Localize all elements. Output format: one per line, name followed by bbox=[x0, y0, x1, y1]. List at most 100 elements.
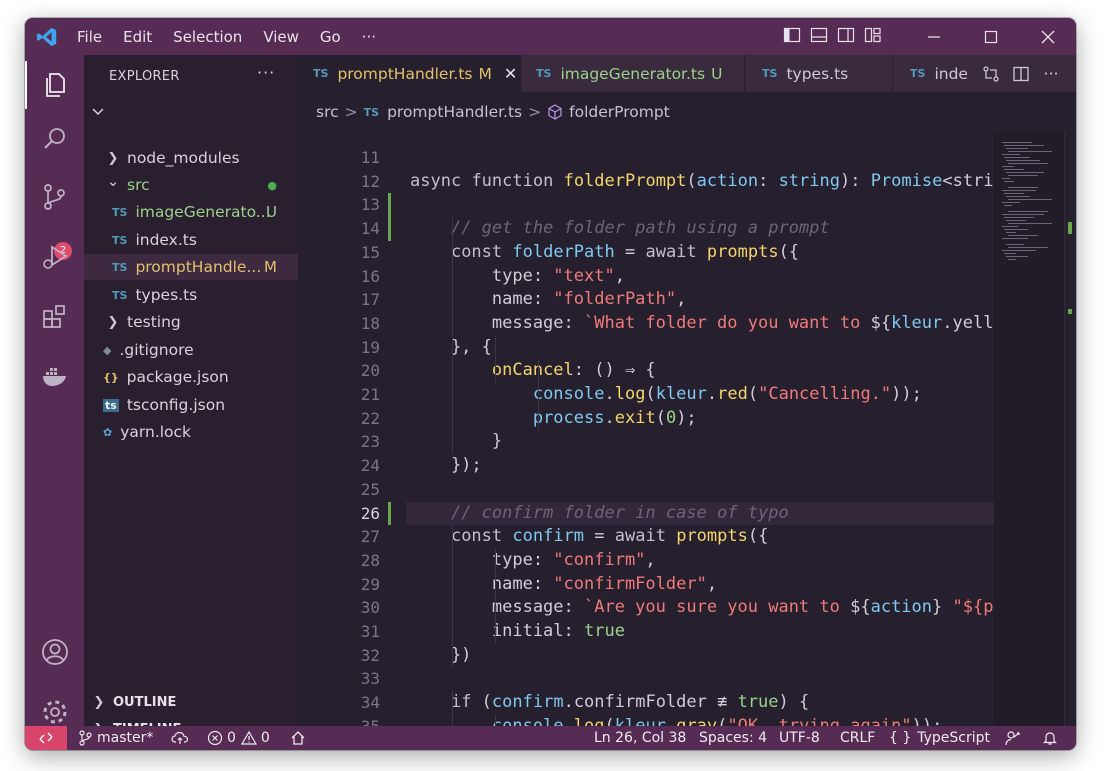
tree-item-types-ts[interactable]: TS types.ts bbox=[84, 282, 298, 308]
remote-button[interactable] bbox=[25, 726, 67, 750]
typescript-file-icon: TS bbox=[112, 233, 128, 247]
encoding[interactable]: UTF-8 bbox=[779, 726, 820, 750]
toggle-primary-sidebar-icon[interactable] bbox=[783, 26, 801, 44]
tab-prompthandler[interactable]: TS promptHandler.ts M ✕ bbox=[298, 55, 521, 92]
menu-more[interactable]: ··· bbox=[362, 28, 376, 46]
code-line[interactable]: 15 const folderPath = await prompts({ bbox=[298, 241, 994, 265]
code-line[interactable]: 28 type: "confirm", bbox=[298, 549, 994, 573]
cursor-position[interactable]: Ln 26, Col 38 bbox=[594, 726, 686, 750]
accounts-button[interactable] bbox=[25, 628, 84, 676]
end-of-line[interactable]: CRLF bbox=[840, 726, 875, 750]
source-control-button[interactable] bbox=[25, 173, 84, 221]
chevron-down-icon: ⌄ bbox=[106, 172, 120, 190]
close-window-button[interactable] bbox=[1019, 18, 1076, 55]
explorer-more-button[interactable]: ··· bbox=[257, 63, 275, 82]
breadcrumb-symbol[interactable]: folderPrompt bbox=[569, 103, 670, 121]
minimap[interactable] bbox=[994, 132, 1064, 726]
code-line[interactable]: 26 // confirm folder in case of typo bbox=[361, 501, 994, 526]
extensions-button[interactable] bbox=[25, 293, 84, 341]
outline-section[interactable]: ❯ OUTLINE bbox=[84, 689, 298, 715]
explorer-sidebar: EXPLORER ··· ❯ node_modules ⌄ src ● TS imageGe… bbox=[84, 55, 298, 737]
tree-item-tsconfig-json[interactable]: ts tsconfig.json bbox=[84, 392, 298, 418]
code-line[interactable]: 21 console.log(kleur.red("Cancelling."))… bbox=[298, 383, 994, 407]
code-line[interactable]: 18 message: `What folder do you want to … bbox=[298, 312, 994, 336]
explorer-button[interactable] bbox=[25, 61, 84, 109]
editor-scrollbar[interactable] bbox=[1064, 132, 1076, 726]
close-tab-icon[interactable]: ✕ bbox=[504, 64, 517, 83]
open-changes-button[interactable] bbox=[976, 59, 1006, 89]
code-line[interactable]: 27 const confirm = await prompts({ bbox=[298, 525, 994, 549]
language-mode[interactable]: { } TypeScript bbox=[889, 726, 990, 750]
code-text: }) bbox=[410, 644, 472, 665]
tab-imagegenerator[interactable]: TS imageGenerator.ts U bbox=[521, 55, 745, 92]
code-line[interactable]: 31 initial: true bbox=[298, 620, 994, 644]
code-line[interactable]: 19 }, { bbox=[298, 336, 994, 360]
code-line[interactable]: 20 onCancel: () ⇒ { bbox=[298, 359, 994, 383]
tree-item-package-json[interactable]: {} package.json bbox=[84, 364, 298, 390]
error-icon bbox=[207, 730, 223, 746]
menu-file[interactable]: File bbox=[77, 28, 102, 46]
chevron-down-icon[interactable] bbox=[90, 104, 106, 120]
toggle-secondary-sidebar-icon[interactable] bbox=[837, 26, 855, 44]
menu-go[interactable]: Go bbox=[320, 28, 341, 46]
code-editor[interactable]: 11 12 async function folderPrompt(action: … bbox=[298, 132, 994, 726]
menu-view[interactable]: View bbox=[263, 28, 299, 46]
menu-edit[interactable]: Edit bbox=[123, 28, 152, 46]
code-text: async function folderPrompt(action: stri… bbox=[410, 170, 994, 191]
tree-item-prompthandle[interactable]: TS promptHandle... M bbox=[84, 254, 298, 280]
code-line[interactable]: 35 console.log(kleur.gray("OK, trying ag… bbox=[298, 715, 994, 726]
indent-guide bbox=[452, 525, 453, 668]
customize-layout-icon[interactable] bbox=[864, 26, 882, 44]
code-line[interactable]: 25 bbox=[298, 478, 994, 502]
breadcrumb-folder[interactable]: src bbox=[316, 103, 339, 121]
tree-item--gitignore[interactable]: ◆ .gitignore bbox=[84, 337, 298, 363]
indentation[interactable]: Spaces: 4 bbox=[699, 726, 767, 750]
maximize-button[interactable] bbox=[962, 18, 1019, 55]
feedback-button[interactable] bbox=[1004, 726, 1021, 750]
line-number: 31 bbox=[360, 622, 380, 641]
tree-item-label: yarn.lock bbox=[120, 423, 192, 441]
run-debug-button[interactable] bbox=[25, 233, 84, 281]
minimap-line bbox=[1006, 232, 1016, 233]
code-line[interactable]: 16 type: "text", bbox=[298, 265, 994, 289]
home-button[interactable] bbox=[290, 726, 306, 750]
remote-icon bbox=[39, 732, 53, 744]
code-line[interactable]: 30 message: `Are you sure you want to ${… bbox=[298, 596, 994, 620]
code-line[interactable]: 23 } bbox=[298, 430, 994, 454]
code-line[interactable]: 29 name: "confirmFolder", bbox=[298, 573, 994, 597]
code-line[interactable]: 17 name: "folderPath", bbox=[298, 288, 994, 312]
more-actions-button[interactable]: ··· bbox=[1036, 59, 1066, 89]
scrollbar-change-marker bbox=[1068, 222, 1072, 234]
chevron-right-icon: ❯ bbox=[107, 150, 119, 166]
code-line[interactable]: 13 bbox=[298, 193, 994, 218]
code-line[interactable]: 14 // get the folder path using a prompt bbox=[298, 217, 994, 241]
tree-item-testing[interactable]: ❯ testing bbox=[84, 309, 298, 335]
code-line[interactable]: 22 process.exit(0); bbox=[298, 407, 994, 431]
code-line[interactable]: 33 bbox=[298, 667, 994, 691]
search-button[interactable] bbox=[25, 115, 84, 163]
branch-status[interactable]: master* bbox=[77, 726, 153, 750]
tree-item-index-ts[interactable]: TS index.ts bbox=[84, 227, 298, 253]
tree-item-src[interactable]: ⌄ src ● bbox=[84, 172, 298, 198]
minimap-line bbox=[1004, 217, 1034, 218]
code-line[interactable]: 12 async function folderPrompt(action: st… bbox=[298, 170, 994, 194]
docker-button[interactable] bbox=[25, 352, 84, 400]
tree-item-node-modules[interactable]: ❯ node_modules bbox=[84, 145, 298, 171]
code-line[interactable]: 24 }); bbox=[298, 454, 994, 478]
code-line[interactable]: 11 bbox=[298, 146, 994, 170]
menu-selection[interactable]: Selection bbox=[173, 28, 242, 46]
notifications-button[interactable] bbox=[1042, 726, 1058, 750]
minimap-line bbox=[1002, 202, 1020, 203]
toggle-panel-icon[interactable] bbox=[810, 26, 828, 44]
minimap-line bbox=[1002, 178, 1010, 179]
code-line[interactable]: 32 }) bbox=[298, 644, 994, 668]
breadcrumb-file[interactable]: promptHandler.ts bbox=[387, 103, 522, 121]
problems-status[interactable]: 0 0 bbox=[207, 726, 270, 750]
tree-item-yarn-lock[interactable]: ✿ yarn.lock bbox=[84, 419, 298, 445]
sync-button[interactable] bbox=[171, 726, 189, 750]
minimize-button[interactable] bbox=[905, 18, 962, 55]
tree-item-imagegenerato[interactable]: TS imageGenerato... U bbox=[84, 199, 298, 225]
tab-types[interactable]: TS types.ts bbox=[745, 55, 893, 92]
code-line[interactable]: 34 if (confirm.confirmFolder ≢ true) { bbox=[298, 691, 994, 715]
split-editor-button[interactable] bbox=[1006, 59, 1036, 89]
